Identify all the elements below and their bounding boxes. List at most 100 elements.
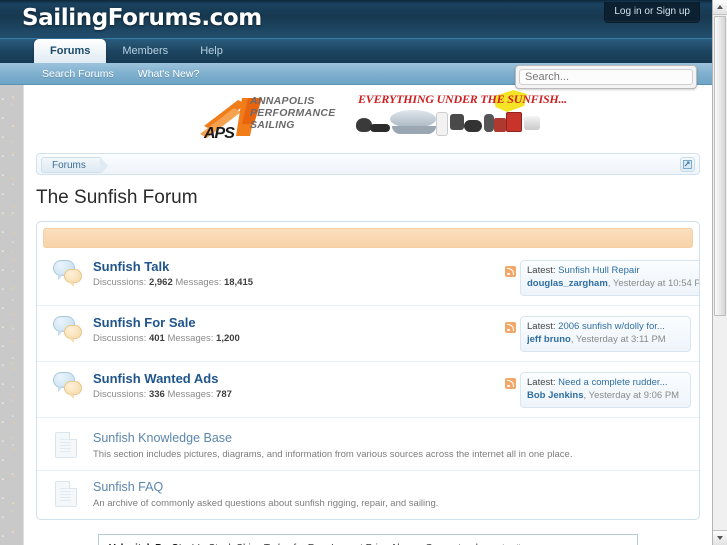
forum-node-panel: Sunfish Talk Discussions: 2,962 Messages… <box>36 221 700 520</box>
rss-icon[interactable] <box>505 266 516 277</box>
breadcrumb-item-forums[interactable]: Forums <box>41 157 108 175</box>
latest-timestamp: , Yesterday at 3:11 PM <box>570 334 666 345</box>
aps-line-1: ANNAPOLIS <box>250 95 315 107</box>
node-info: Sunfish Knowledge Base This section incl… <box>91 431 691 461</box>
search-box <box>515 65 697 89</box>
ad-inner: ANNAPOLIS PERFORMANCE SAILING APS EVERYT… <box>198 90 567 144</box>
page-link-knowledge-base[interactable]: Sunfish Knowledge Base <box>93 431 691 446</box>
document-icon <box>55 481 77 507</box>
top-ad-banner[interactable]: ANNAPOLIS PERFORMANCE SAILING APS EVERYT… <box>24 89 712 147</box>
tab-help[interactable]: Help <box>184 39 239 64</box>
latest-meta-line: Bob Jenkins, Yesterday at 9:06 PM <box>527 390 684 402</box>
page-link-faq[interactable]: Sunfish FAQ <box>93 480 691 495</box>
chevron-down-icon <box>717 536 723 540</box>
nav-tab-list: Forums Members Help <box>34 39 239 64</box>
latest-post-box: Latest: Sunfish Hull Repair douglas_zarg… <box>520 260 700 296</box>
latest-post: Latest: Sunfish Hull Repair douglas_zarg… <box>505 260 699 296</box>
search-input[interactable] <box>519 69 693 85</box>
latest-title-line: Latest: 2006 sunfish w/dolly for... <box>527 321 684 333</box>
page-title: The Sunfish Forum <box>36 187 198 208</box>
chat-bubbles-icon <box>53 372 83 399</box>
messages-label: Messages: <box>167 389 214 400</box>
expand-icon[interactable] <box>680 157 695 172</box>
site-header: SailingForums.com Log in or Sign up <box>0 0 712 38</box>
discussions-label: Discussions: <box>93 277 147 288</box>
primary-navigation: Forums Members Help <box>0 38 712 64</box>
table-row[interactable]: Sunfish Talk Discussions: 2,962 Messages… <box>37 250 699 306</box>
messages-count: 18,415 <box>223 277 254 288</box>
latest-post-box: Latest: 2006 sunfish w/dolly for... jeff… <box>520 316 691 352</box>
forum-link-sunfish-talk[interactable]: Sunfish Talk <box>93 259 505 274</box>
node-icon <box>51 480 91 507</box>
scroll-up-button[interactable] <box>713 0 727 15</box>
login-signup-button[interactable]: Log in or Sign up <box>604 2 700 23</box>
expand-arrows-icon <box>683 160 692 169</box>
aps-mark: APS <box>204 125 235 142</box>
node-info: Sunfish For Sale Discussions: 401 Messag… <box>91 315 505 345</box>
latest-thread-link[interactable]: Sunfish Hull Repair <box>558 265 639 276</box>
chevron-up-icon <box>717 5 723 9</box>
node-icon <box>51 259 91 287</box>
latest-post-box: Latest: Need a complete rudder... Bob Je… <box>520 372 691 408</box>
aps-brand-text: ANNAPOLIS PERFORMANCE SAILING <box>250 95 336 131</box>
chat-bubbles-icon <box>53 316 83 343</box>
latest-author-link[interactable]: jeff bruno <box>527 334 571 345</box>
document-icon <box>55 432 77 458</box>
vertical-scrollbar[interactable] <box>712 0 727 545</box>
breadcrumb: Forums <box>36 153 700 175</box>
scroll-down-button[interactable] <box>713 530 727 545</box>
latest-label: Latest: <box>527 321 556 332</box>
latest-author-link[interactable]: Bob Jenkins <box>527 390 584 401</box>
discussions-label: Discussions: <box>93 389 147 400</box>
latest-thread-link[interactable]: Need a complete rudder... <box>558 377 667 388</box>
tab-forums[interactable]: Forums <box>34 39 107 64</box>
node-description: This section includes pictures, diagrams… <box>93 449 573 460</box>
sponsor-ad-box: Velocitek ProStart In Stock Ships Today … <box>98 534 638 545</box>
latest-post: Latest: Need a complete rudder... Bob Je… <box>505 372 691 408</box>
ad-tagline: EVERYTHING UNDER THE SUNFISH... <box>358 92 567 106</box>
node-icon <box>51 431 91 458</box>
aps-line-3: SAILING <box>250 119 295 131</box>
tab-members[interactable]: Members <box>106 39 184 64</box>
discussions-count: 336 <box>148 389 165 400</box>
node-stats: Discussions: 401 Messages: 1,200 <box>93 333 505 345</box>
node-info: Sunfish FAQ An archive of commonly asked… <box>91 480 691 510</box>
discussions-label: Discussions: <box>93 333 147 344</box>
scrollbar-thumb[interactable] <box>714 16 726 316</box>
latest-label: Latest: <box>527 265 556 276</box>
latest-title-line: Latest: Need a complete rudder... <box>527 377 684 389</box>
subnav-list: Search Forums What's New? <box>30 63 211 85</box>
forum-link-sunfish-wanted-ads[interactable]: Sunfish Wanted Ads <box>93 371 505 386</box>
latest-timestamp: , Yesterday at 9:06 PM <box>583 390 680 401</box>
content-area: ANNAPOLIS PERFORMANCE SAILING APS EVERYT… <box>23 85 712 545</box>
latest-title-line: Latest: Sunfish Hull Repair <box>527 265 699 277</box>
discussions-count: 401 <box>148 333 165 344</box>
node-description: An archive of commonly asked questions a… <box>93 498 439 509</box>
subnav-whats-new[interactable]: What's New? <box>126 63 212 85</box>
node-icon <box>51 315 91 343</box>
sponsor-ad-area: Velocitek ProStart In Stock Ships Today … <box>24 534 712 545</box>
rss-icon[interactable] <box>505 322 516 333</box>
latest-meta-line: douglas_zargham, Yesterday at 10:54 PM <box>527 278 700 290</box>
node-info: Sunfish Wanted Ads Discussions: 336 Mess… <box>91 371 505 401</box>
rss-icon[interactable] <box>505 378 516 389</box>
latest-thread-link[interactable]: 2006 sunfish w/dolly for... <box>558 321 665 332</box>
subnav-search-forums[interactable]: Search Forums <box>30 63 126 85</box>
page-root: SailingForums.com Log in or Sign up Foru… <box>0 0 712 545</box>
latest-timestamp: , Yesterday at 10:54 PM <box>607 278 700 289</box>
latest-meta-line: jeff bruno, Yesterday at 3:11 PM <box>527 334 684 346</box>
forum-link-sunfish-for-sale[interactable]: Sunfish For Sale <box>93 315 505 330</box>
table-row[interactable]: Sunfish Wanted Ads Discussions: 336 Mess… <box>37 362 699 418</box>
discussions-count: 2,962 <box>148 277 173 288</box>
site-logo[interactable]: SailingForums.com <box>22 5 262 31</box>
table-row[interactable]: Sunfish Knowledge Base This section incl… <box>37 422 699 471</box>
table-row[interactable]: Sunfish FAQ An archive of commonly asked… <box>37 471 699 519</box>
ad-product-images <box>356 108 540 142</box>
messages-count: 787 <box>216 389 232 400</box>
messages-label: Messages: <box>167 333 214 344</box>
table-row[interactable]: Sunfish For Sale Discussions: 401 Messag… <box>37 306 699 362</box>
node-stats: Discussions: 2,962 Messages: 18,415 <box>93 277 505 289</box>
browser-viewport: SailingForums.com Log in or Sign up Foru… <box>0 0 727 545</box>
category-header-bar <box>43 228 693 248</box>
latest-author-link[interactable]: douglas_zargham <box>527 278 608 289</box>
